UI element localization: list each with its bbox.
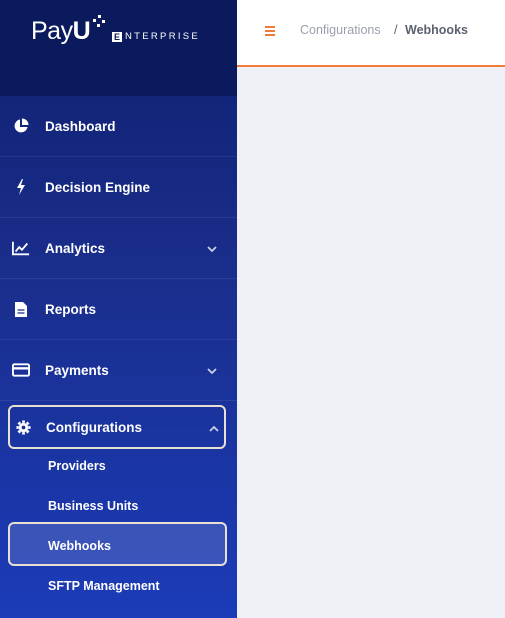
submenu-item-providers[interactable]: Providers [48,459,106,473]
submenu-item-sftp-management[interactable]: SFTP Management [48,579,160,593]
sidebar-item-label: Reports [45,301,97,317]
pie-chart-icon [12,117,30,135]
logo-subtitle: NTERPRISE [125,31,201,42]
chevron-up-icon[interactable] [208,422,220,440]
submenu-item-webhooks[interactable]: Webhooks [8,522,227,566]
submenu-item-business-units[interactable]: Business Units [48,499,138,513]
logo-wordmark: PayU [31,17,91,45]
top-bar: Configurations / Webhooks [237,0,505,67]
credit-card-icon [12,361,30,379]
trend-line-icon [12,239,30,257]
chevron-down-icon[interactable] [206,364,218,376]
logo-badge: E [112,32,122,42]
sidebar-item-decision-engine[interactable]: Decision Engine [0,157,237,218]
sidebar: PayU E NTERPRISE Dashboard Decision Engi… [0,0,237,618]
brand-logo[interactable]: PayU E NTERPRISE [0,0,237,96]
main-content [237,67,505,618]
logo-dots-icon [93,15,107,29]
sidebar-item-analytics[interactable]: Analytics [0,218,237,279]
sidebar-item-reports[interactable]: Reports [0,279,237,340]
breadcrumb-separator: / [394,23,398,37]
sidebar-item-label: Configurations [46,419,142,435]
submenu-item-label: Webhooks [48,539,111,553]
breadcrumb-current: Webhooks [405,23,468,37]
sidebar-item-label: Analytics [45,240,106,256]
chevron-down-icon[interactable] [206,242,218,254]
sidebar-item-configurations[interactable]: Configurations [8,405,226,449]
sidebar-item-dashboard[interactable]: Dashboard [0,96,237,157]
document-icon [12,300,30,318]
lightning-icon [12,178,30,196]
hamburger-icon[interactable] [265,26,275,38]
sidebar-item-payments[interactable]: Payments [0,340,237,401]
sidebar-item-label: Decision Engine [45,179,151,195]
sidebar-item-label: Dashboard [45,118,116,134]
sidebar-item-label: Payments [45,362,109,378]
breadcrumb-parent[interactable]: Configurations [300,23,381,37]
gear-icon [16,420,31,440]
